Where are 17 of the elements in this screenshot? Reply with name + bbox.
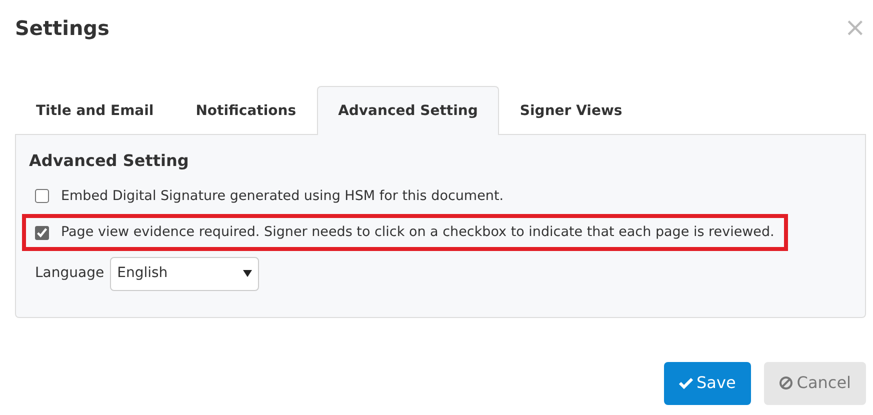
tab[interactable]: Notifications	[174, 86, 318, 135]
dialog-title: Settings	[15, 16, 110, 40]
tab[interactable]: Signer Views	[498, 86, 644, 135]
language-select[interactable]: English	[110, 256, 260, 291]
option-label: Page view evidence required. Signer needs to click on a checkbox to indicate that each page is reviewed.	[61, 223, 774, 242]
panel-heading: Advanced Setting	[29, 151, 190, 170]
tab[interactable]: Title and Email	[15, 86, 175, 135]
dropdown-caret-icon	[243, 270, 252, 278]
prohibited-icon	[778, 376, 793, 390]
check-icon	[678, 376, 693, 390]
field-label: Language	[35, 264, 104, 284]
cancel-button[interactable]: Cancel	[764, 362, 866, 405]
save-button[interactable]: Save	[664, 362, 751, 405]
checkbox[interactable]	[35, 226, 49, 240]
option-label: Embed Digital Signature generated using HSM for this document.	[61, 187, 504, 206]
tab[interactable]: Advanced Setting	[317, 86, 499, 135]
checkbox[interactable]	[35, 189, 49, 204]
